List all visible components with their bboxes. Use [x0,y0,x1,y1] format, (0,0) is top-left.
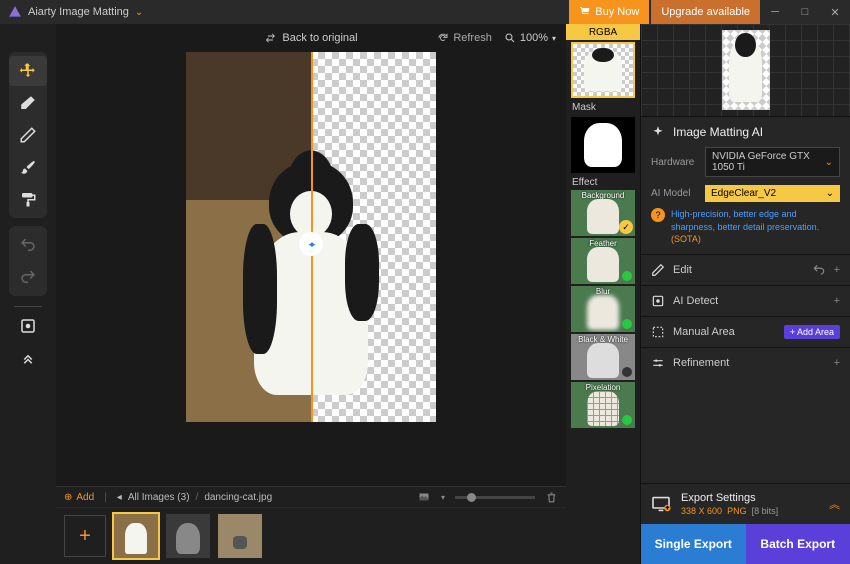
model-info-text: High-precision, better edge and sharpnes… [651,208,840,246]
left-toolbar [0,24,56,564]
undo-icon[interactable] [812,263,826,277]
selection-icon [651,325,665,339]
back-to-original-button[interactable]: Back to original [264,32,357,44]
compare-view-button[interactable] [9,311,47,341]
refinement-section[interactable]: Refinement + [641,347,850,378]
export-settings[interactable]: Export Settings 338 X 600 PNG [8 bits] ︽ [641,483,850,524]
model-label: AI Model [651,188,699,199]
hero-preview [641,24,850,116]
thumb-size-slider[interactable] [455,496,535,499]
effect-feather[interactable]: Feather [571,238,635,284]
right-panel: Image Matting AI Hardware NVIDIA GeForce… [640,24,850,564]
detect-icon [651,294,665,308]
add-area-button[interactable]: Add Area [784,325,840,339]
close-button[interactable]: ✕ [820,0,850,24]
mask-preview-thumb[interactable] [571,117,635,173]
effect-bw[interactable]: Black & White [571,334,635,380]
sparkle-icon [651,125,665,139]
swap-icon [264,32,276,44]
thumb-size-icon [417,491,431,503]
breadcrumb-current-file: dancing-cat.jpg [204,492,272,503]
filmstrip-thumb-3[interactable] [218,514,262,558]
single-export-button[interactable]: Single Export [641,524,746,564]
refresh-button[interactable]: Refresh [437,32,492,44]
ai-detect-section[interactable]: AI Detect + [641,285,850,316]
effect-label: Effect [566,175,640,190]
preview-column: RGBA Mask Effect Background Feather Blur… [566,24,640,564]
model-dropdown[interactable]: EdgeClear_V2⌄ [705,185,840,202]
compare-slider-handle[interactable] [299,232,323,256]
rgba-tab[interactable]: RGBA [566,24,640,40]
plus-icon: ⊕ [64,492,72,503]
rgba-preview-thumb[interactable] [571,42,635,98]
hardware-label: Hardware [651,157,699,168]
sliders-icon [651,356,665,370]
zoom-icon [504,32,516,44]
eraser-tool[interactable] [9,88,47,118]
breadcrumb: ◂ All Images (3) / dancing-cat.jpg [117,492,272,503]
maximize-button[interactable]: □ [790,0,820,24]
zoom-control[interactable]: 100% ▾ [504,32,556,44]
undo-button[interactable] [9,230,47,260]
expand-icon[interactable]: + [834,357,840,369]
app-title: Aiarty Image Matting [28,6,129,18]
export-meta: 338 X 600 PNG [8 bits] [681,506,819,516]
thumb-size-down-icon[interactable]: ▾ [441,493,445,502]
filmstrip-thumb-1[interactable] [114,514,158,558]
buy-now-button[interactable]: Buy Now [569,0,649,24]
add-image-button[interactable]: ⊕ Add [64,492,94,503]
effect-background[interactable]: Background [571,190,635,236]
minimize-button[interactable]: ─ [760,0,790,24]
app-menu-chevron-icon[interactable]: ⌄ [135,7,143,18]
redo-button[interactable] [9,262,47,292]
back-chevron-icon[interactable]: ◂ [117,492,122,503]
effect-blur[interactable]: Blur [571,286,635,332]
refresh-icon [437,32,449,44]
expand-icon[interactable]: + [834,295,840,307]
image-compare-view[interactable] [186,52,436,422]
bottom-strip: ⊕ Add | ◂ All Images (3) / dancing-cat.j… [56,486,566,564]
expand-export-icon[interactable]: ︽ [829,496,840,512]
monitor-icon [651,496,671,512]
collapse-toolbar-button[interactable] [9,343,47,373]
roller-tool[interactable] [9,184,47,214]
move-tool[interactable] [9,56,47,86]
edit-icon [651,263,665,277]
hardware-dropdown[interactable]: NVIDIA GeForce GTX 1050 Ti⌄ [705,147,840,177]
cart-icon [579,6,591,18]
effect-pixelation[interactable]: Pixelation [571,382,635,428]
breadcrumb-all-images[interactable]: All Images (3) [128,492,190,503]
export-settings-title: Export Settings [681,492,819,504]
upgrade-button[interactable]: Upgrade available [651,0,760,24]
manual-area-section[interactable]: Manual Area Add Area [641,316,850,347]
pencil-tool[interactable] [9,120,47,150]
filmstrip-thumb-2[interactable] [166,514,210,558]
mask-label: Mask [566,100,640,115]
add-thumb-button[interactable]: + [64,515,106,557]
edit-section[interactable]: Edit + [641,254,850,285]
canvas-area: Back to original Refresh 100% ▾ [56,24,566,564]
expand-icon[interactable]: + [834,264,840,276]
brush-tool[interactable] [9,152,47,182]
batch-export-button[interactable]: Batch Export [746,524,850,564]
app-logo-icon [8,5,22,19]
matting-ai-title: Image Matting AI [651,125,840,139]
delete-button[interactable] [545,491,558,504]
titlebar: Aiarty Image Matting ⌄ Buy Now Upgrade a… [0,0,850,24]
